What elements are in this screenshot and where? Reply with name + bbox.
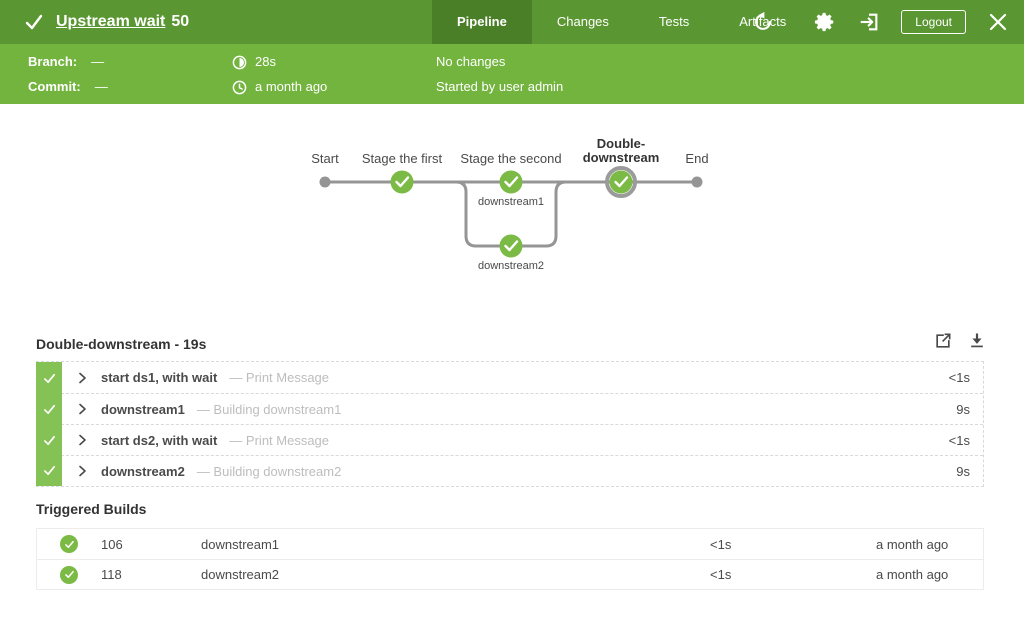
step-row[interactable]: start ds2, with wait — Print Message <1s [36,424,983,455]
completed-value: a month ago [255,77,327,97]
clock-icon [232,80,247,95]
stage-result-title: Double-downstream - 19s [36,336,206,352]
success-circle-icon [60,535,78,553]
step-content: start ds2, with wait — Print Message <1s [62,425,983,455]
table-row[interactable]: 118 downstream2 <1s a month ago [37,559,983,589]
check-icon [43,403,56,416]
build-status-cell [37,566,101,584]
step-description: — Print Message [229,433,329,448]
build-name: downstream1 [201,537,710,552]
step-list: start ds1, with wait — Print Message <1s… [36,361,984,487]
run-details-bar: Branch: — Commit: — 28s a mo [0,44,1024,104]
step-status-success [36,362,62,394]
triggered-builds-title: Triggered Builds [36,501,146,517]
open-log-external-icon[interactable] [932,330,954,352]
commit-value: — [95,77,108,97]
build-number: 106 [101,537,201,552]
success-circle-icon [60,566,78,584]
branch-label: Branch: [28,52,77,72]
duration-timer-icon [232,55,247,70]
duration-row: 28s [232,52,327,72]
step-description: — Print Message [229,370,329,385]
changes-text: No changes [436,52,563,72]
pipeline-name[interactable]: Upstream wait [56,13,165,30]
success-check-icon [24,12,44,32]
run-title-group: Upstream wait 50 [24,12,189,32]
chevron-right-icon [78,372,87,384]
completed-row: a month ago [232,77,327,97]
graph-node-double-downstream-selected[interactable] [607,168,635,196]
top-bar: Upstream wait50 Pipeline Changes Tests A… [0,0,1024,44]
branch-row: Branch: — [28,52,108,72]
step-description: — Building downstream1 [197,402,342,417]
run-title-link[interactable]: Upstream wait 50 [56,13,189,31]
go-to-classic-icon[interactable] [857,10,881,34]
step-name: start ds1, with wait [101,370,217,385]
rerun-icon[interactable] [751,10,775,34]
check-icon [43,464,56,477]
step-status-success [36,455,62,486]
step-name: start ds2, with wait [101,433,217,448]
build-name: downstream2 [201,567,710,582]
commit-label: Commit: [28,77,81,97]
tab-pipeline[interactable]: Pipeline [432,0,532,44]
step-name: downstream2 [101,464,185,479]
step-content: downstream1 — Building downstream1 9s [62,394,983,424]
graph-node-downstream1[interactable] [500,171,523,194]
build-duration: <1s [710,537,876,552]
graph-node-end[interactable] [692,177,703,188]
settings-gear-icon[interactable] [813,10,837,34]
log-actions [932,330,988,352]
tab-tests[interactable]: Tests [634,0,714,44]
chevron-right-icon [78,434,87,446]
step-duration: <1s [949,433,970,448]
branch-label-downstream2: downstream2 [478,260,544,272]
graph-node-downstream2[interactable] [500,235,523,258]
download-log-icon[interactable] [966,330,988,352]
chevron-right-icon [78,465,87,477]
build-time: a month ago [876,537,983,552]
check-icon [43,434,56,447]
run-number: 50 [171,13,189,30]
chevron-right-icon [78,403,87,415]
commit-row: Commit: — [28,77,108,97]
table-row[interactable]: 106 downstream1 <1s a month ago [37,529,983,559]
tab-changes[interactable]: Changes [532,0,634,44]
step-status-success [36,393,62,425]
step-status-success [36,424,62,456]
branch-label-downstream1: downstream1 [478,196,544,208]
build-status-cell [37,535,101,553]
duration-value: 28s [255,52,276,72]
branch-value: — [91,52,104,72]
graph-node-stage-the-first[interactable] [391,171,414,194]
timing-column: 28s a month ago [232,52,327,97]
build-number: 118 [101,567,201,582]
logout-button[interactable]: Logout [901,10,966,34]
build-duration: <1s [710,567,876,582]
step-duration: 9s [956,402,970,417]
step-content: downstream2 — Building downstream2 9s [62,456,983,486]
build-time: a month ago [876,567,983,582]
pipeline-graph: Start Stage the first Stage the second D… [0,104,1024,314]
step-row[interactable]: downstream2 — Building downstream2 9s [36,455,983,486]
graph-node-start[interactable] [320,177,331,188]
step-name: downstream1 [101,402,185,417]
started-by-text: Started by user admin [436,77,563,97]
close-icon[interactable] [986,10,1010,34]
cause-column: No changes Started by user admin [436,52,563,97]
step-row[interactable]: start ds1, with wait — Print Message <1s [36,362,983,393]
step-duration: 9s [956,464,970,479]
step-row[interactable]: downstream1 — Building downstream1 9s [36,393,983,424]
header-actions: Logout [751,0,1010,44]
step-description: — Building downstream2 [197,464,342,479]
step-duration: <1s [949,370,970,385]
check-icon [43,372,56,385]
pipeline-run-page: Upstream wait50 Pipeline Changes Tests A… [0,0,1024,625]
triggered-builds-table: 106 downstream1 <1s a month ago 118 down… [36,528,984,590]
step-content: start ds1, with wait — Print Message <1s [62,362,983,393]
branch-commit-column: Branch: — Commit: — [28,52,108,97]
